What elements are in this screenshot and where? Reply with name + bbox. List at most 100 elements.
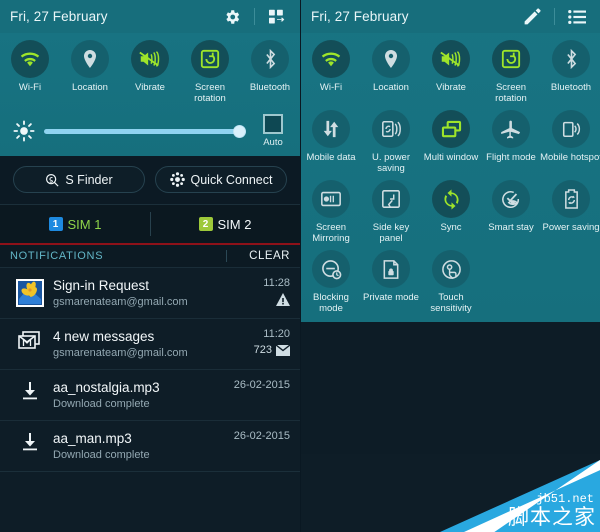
sim-selector-row: 1 SIM 1 2 SIM 2: [0, 205, 300, 243]
bluetooth-icon: [251, 40, 289, 78]
notification-body: 4 new messages gsmarenateam@gmail.com: [50, 328, 224, 361]
toggle-wifi[interactable]: Wi-Fi: [301, 40, 361, 104]
notification-meta: 26-02-2015: [224, 430, 290, 442]
toggle-touch-sensitivity[interactable]: Touch sensitivity: [421, 250, 481, 314]
slider-track: [44, 128, 246, 134]
notification-item[interactable]: 4 new messages gsmarenateam@gmail.com 11…: [0, 318, 300, 369]
sim-2[interactable]: 2 SIM 2: [150, 205, 300, 243]
toggle-row: Wi-Fi Location Vibrate Screen rotation B…: [0, 36, 300, 106]
toggle-label: Screen rotation: [194, 82, 226, 104]
notification-subtitle: gsmarenateam@gmail.com: [53, 296, 188, 308]
gear-icon[interactable]: [217, 5, 247, 29]
notification-subtitle: Download complete: [53, 398, 150, 410]
toggle-location[interactable]: Location: [361, 40, 421, 104]
s-finder-icon: [46, 173, 59, 187]
screen-mirroring-icon: [312, 180, 350, 218]
auto-label: Auto: [263, 137, 283, 148]
notification-time: 11:20: [263, 328, 290, 340]
toggle-row: Mobile data U. power saving Multi window…: [301, 106, 600, 176]
toggle-row: Screen Mirroring Side key panel Sync Sma…: [301, 176, 600, 246]
photo-flower-icon: [10, 277, 50, 307]
toggle-mobile-hotspot[interactable]: Mobile hotspot: [540, 110, 600, 174]
sync-icon: [432, 180, 470, 218]
toggle-location[interactable]: Location: [60, 40, 120, 104]
toggle-vibrate[interactable]: Vibrate: [120, 40, 180, 104]
toggle-label: Power saving: [542, 222, 600, 233]
toggle-label: Smart stay: [488, 222, 534, 233]
toggle-label: Sync: [440, 222, 462, 233]
envelope-icon: [276, 344, 290, 356]
toggle-flight-mode[interactable]: Flight mode: [481, 110, 541, 174]
list-icon[interactable]: [562, 5, 592, 29]
edit-pencil-icon[interactable]: [517, 5, 547, 29]
toggle-label: Bluetooth: [249, 82, 291, 93]
toggle-side-key-panel[interactable]: Side key panel: [361, 180, 421, 244]
toggle-sync[interactable]: Sync: [421, 180, 481, 244]
toggle-smart-stay[interactable]: Smart stay: [481, 180, 541, 244]
notification-item[interactable]: aa_nostalgia.mp3 Download complete 26-02…: [0, 369, 300, 420]
toggle-blocking-mode[interactable]: Blocking mode: [301, 250, 361, 314]
wifi-icon: [11, 40, 49, 78]
notification-item[interactable]: aa_man.mp3 Download complete 26-02-2015: [0, 420, 300, 471]
side-key-panel-icon: [372, 180, 410, 218]
slider-knob[interactable]: [233, 124, 246, 138]
statusbar-divider: [554, 8, 555, 25]
notification-meta: 11:20 723: [224, 328, 290, 356]
toggle-bluetooth[interactable]: Bluetooth: [541, 40, 600, 104]
toggle-label: Location: [72, 82, 108, 93]
brightness-slider[interactable]: [44, 122, 246, 140]
toggle-bluetooth[interactable]: Bluetooth: [240, 40, 300, 104]
notification-time: 26-02-2015: [233, 430, 290, 442]
toggle-label: Mobile data: [306, 152, 356, 163]
button-label: S Finder: [65, 172, 113, 187]
statusbar-date: Fri, 27 February: [10, 9, 108, 24]
toggle-label: Side key panel: [372, 222, 410, 244]
button-label: Quick Connect: [190, 172, 273, 187]
quick-connect-button[interactable]: Quick Connect: [155, 166, 287, 193]
toggle-label: Wi-Fi: [319, 82, 343, 93]
mobile-hotspot-icon: [552, 110, 590, 148]
s-finder-button[interactable]: S Finder: [13, 166, 145, 193]
toggle-screen-rotation[interactable]: Screen rotation: [481, 40, 541, 104]
left-toggle-grid: Wi-Fi Location Vibrate Screen rotation B…: [0, 33, 300, 106]
left-dark-area: S Finder Quick Connect 1 SIM 1 2 SIM 2 N…: [0, 156, 300, 472]
quick-connect-icon: [169, 172, 185, 187]
statusbar-date: Fri, 27 February: [311, 9, 409, 24]
left-notification-panel: Fri, 27 February Wi-Fi Location Vibrate …: [0, 0, 300, 532]
notification-extra: [276, 293, 290, 306]
toggle-private-mode[interactable]: Private mode: [361, 250, 421, 314]
watermark-site-name: 脚本之家: [508, 506, 596, 529]
toggle-ultra-power-saving[interactable]: U. power saving: [361, 110, 421, 174]
clear-button[interactable]: CLEAR: [249, 250, 290, 262]
notifications-header: NOTIFICATIONS CLEAR: [0, 245, 300, 267]
screen-rotation-icon: [191, 40, 229, 78]
toggle-screen-rotation[interactable]: Screen rotation: [180, 40, 240, 104]
sim-1[interactable]: 1 SIM 1: [0, 205, 150, 243]
notification-item[interactable]: Sign-in Request gsmarenateam@gmail.com 1…: [0, 267, 300, 318]
notification-time: 26-02-2015: [233, 379, 290, 391]
blocking-mode-icon: [312, 250, 350, 288]
toggle-label: U. power saving: [371, 152, 410, 174]
grid-arrange-icon[interactable]: [262, 5, 292, 29]
toggle-wifi[interactable]: Wi-Fi: [0, 40, 60, 104]
sim-label: SIM 1: [67, 216, 102, 232]
notification-extra: 723: [254, 344, 290, 356]
mobile-data-icon: [312, 110, 350, 148]
touch-sensitivity-icon: [432, 250, 470, 288]
private-mode-icon: [372, 250, 410, 288]
notification-subtitle: gsmarenateam@gmail.com: [53, 347, 188, 359]
auto-brightness-checkbox[interactable]: Auto: [256, 114, 290, 148]
toggle-mobile-data[interactable]: Mobile data: [301, 110, 361, 174]
notification-title: 4 new messages: [53, 329, 155, 344]
notifications-bottom-divider: [0, 471, 300, 472]
toggle-label: Location: [373, 82, 409, 93]
toggle-power-saving[interactable]: Power saving: [541, 180, 600, 244]
notifications-title: NOTIFICATIONS: [10, 250, 104, 262]
notification-title: Sign-in Request: [53, 278, 150, 293]
bluetooth-icon: [552, 40, 590, 78]
header-divider: [226, 250, 228, 262]
toggle-multi-window[interactable]: Multi window: [421, 110, 481, 174]
toggle-label: Blocking mode: [313, 292, 349, 314]
toggle-vibrate[interactable]: Vibrate: [421, 40, 481, 104]
toggle-screen-mirroring[interactable]: Screen Mirroring: [301, 180, 361, 244]
